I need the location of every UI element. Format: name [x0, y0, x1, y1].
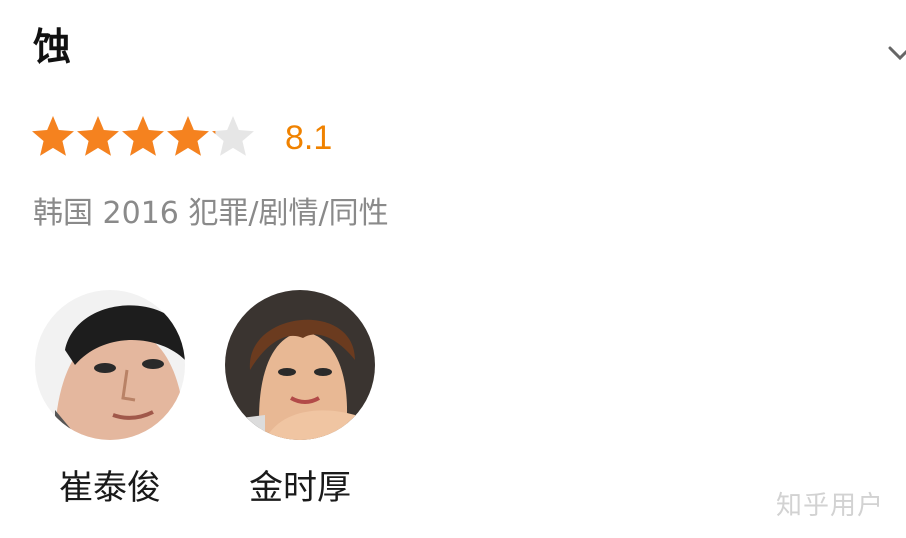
movie-title: 蚀 [33, 25, 72, 69]
star-icon-filled [32, 116, 74, 156]
avatar[interactable] [225, 290, 375, 440]
cast-member[interactable]: 崔泰俊 [30, 290, 190, 509]
cast-name: 崔泰俊 [59, 468, 161, 508]
star-icon-filled [77, 116, 119, 156]
rating-score: 8.1 [285, 119, 333, 157]
star-icon [212, 116, 254, 156]
actor-portrait-2 [225, 290, 375, 440]
actor-portrait-1 [35, 290, 185, 440]
cast-list: 崔泰俊 金时厚 [0, 290, 906, 520]
chevron-down-icon[interactable] [884, 40, 906, 66]
rating-row: 8.1 [31, 114, 332, 162]
star-icon-filled [167, 116, 209, 156]
star-rating [31, 115, 259, 161]
watermark: 知乎用户 [775, 490, 884, 521]
star-rating-graphic [32, 116, 254, 156]
avatar[interactable] [35, 290, 185, 440]
cast-member[interactable]: 金时厚 [220, 290, 380, 509]
cast-name: 金时厚 [249, 468, 351, 508]
star-icon-filled [122, 116, 164, 156]
movie-meta: 韩国 2016 犯罪/剧情/同性 [33, 196, 389, 231]
